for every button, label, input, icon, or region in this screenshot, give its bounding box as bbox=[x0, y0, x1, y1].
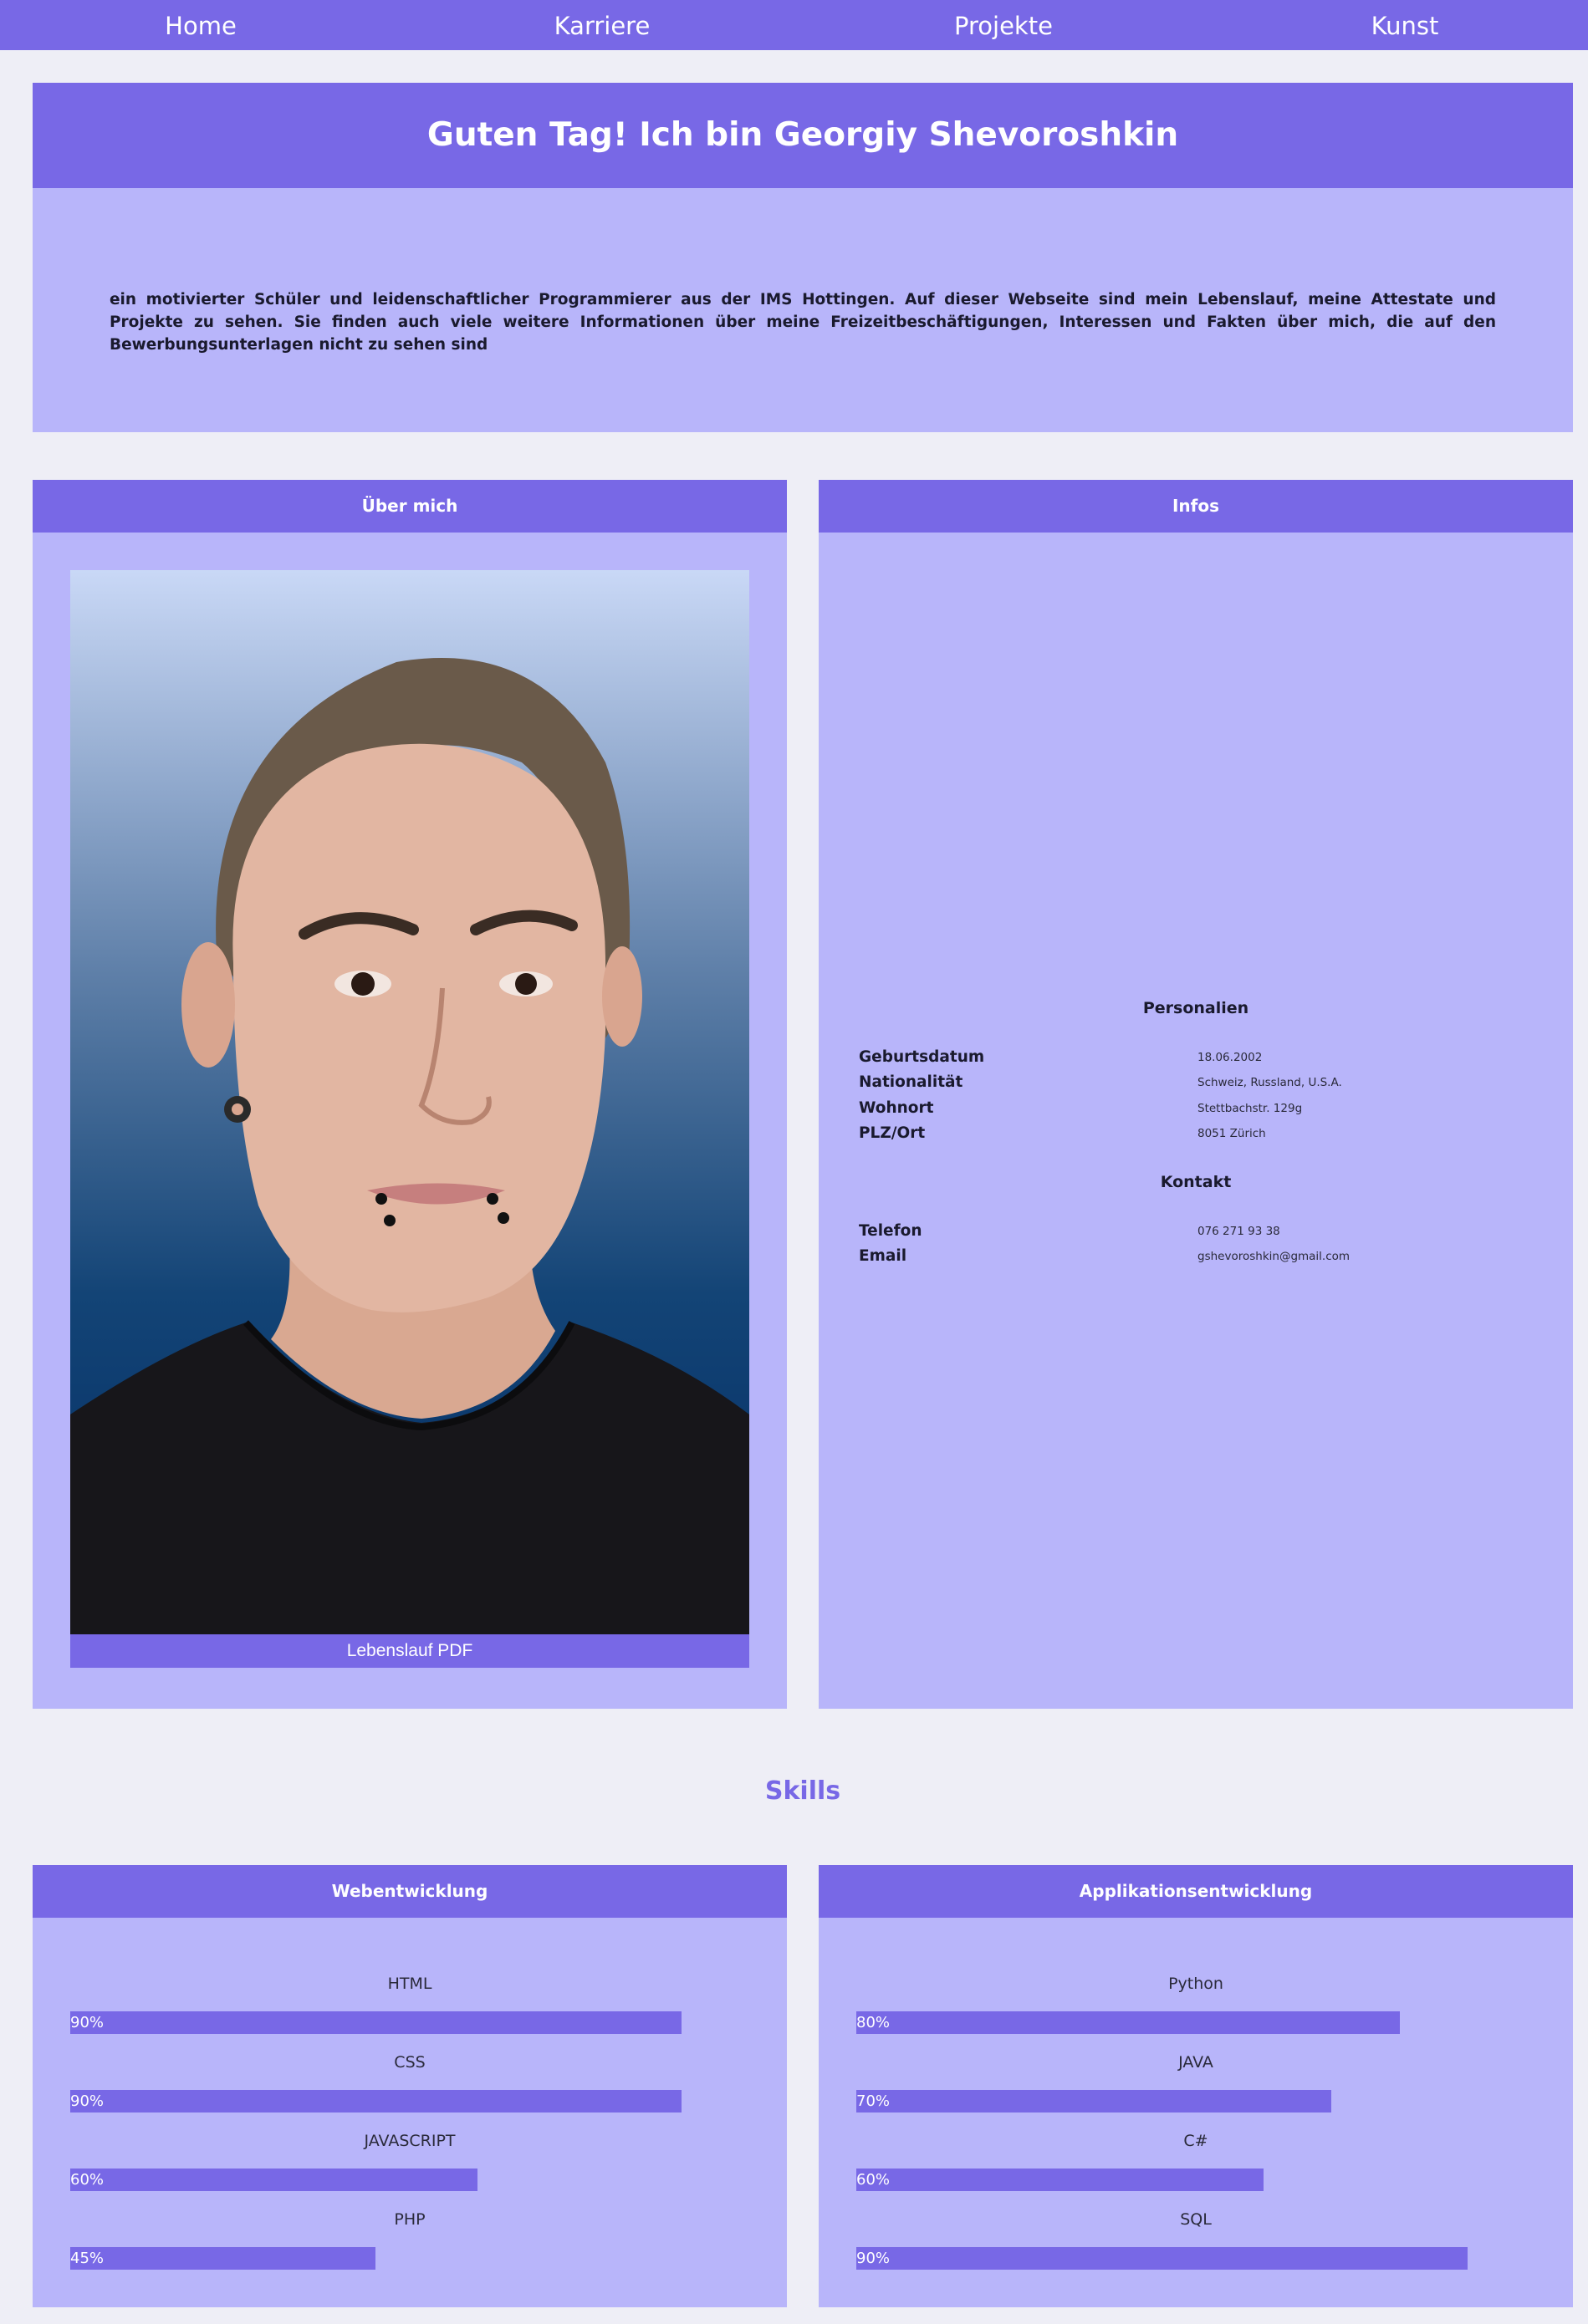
hero-title: Guten Tag! Ich bin Georgiy Shevoroshkin bbox=[33, 83, 1573, 188]
nav-home-link[interactable]: Home bbox=[75, 0, 326, 50]
skill-bar: 60% bbox=[70, 2169, 749, 2191]
hero-intro-text: ein motivierter Schüler und leidenschaft… bbox=[110, 291, 1496, 354]
infos-card-title: Infos bbox=[819, 480, 1573, 533]
app-skills-body: Python 80% JAVA 70% C# 60% SQL 90% bbox=[819, 1918, 1573, 2307]
skill-bar-fill bbox=[856, 2247, 1468, 2270]
about-card-body: Lebenslauf PDF bbox=[33, 533, 787, 1709]
skill-percent: 45% bbox=[70, 2250, 105, 2267]
zip-city-label: PLZ/Ort bbox=[859, 1124, 926, 1142]
phone-label: Telefon bbox=[859, 1222, 922, 1240]
portrait-illustration bbox=[70, 658, 749, 1634]
infos-card-body: Personalien Geburtsdatum 18.06.2002 Nati… bbox=[819, 533, 1573, 1709]
skill-bar: 80% bbox=[856, 2011, 1535, 2034]
app-skills-title: Applikationsentwicklung bbox=[819, 1865, 1573, 1918]
skill-bar-fill bbox=[70, 2169, 478, 2191]
nav-kunst-link[interactable]: Kunst bbox=[1279, 0, 1530, 50]
skill-bar: 45% bbox=[70, 2247, 749, 2270]
skill-bar-fill bbox=[856, 2169, 1264, 2191]
skill-percent: 90% bbox=[70, 2014, 105, 2031]
top-navigation: Home Karriere Projekte Kunst bbox=[0, 0, 1588, 50]
phone-value: 076 271 93 38 bbox=[1197, 1225, 1280, 1238]
web-skills-body: HTML 90% CSS 90% JAVASCRIPT 60% PHP 45% bbox=[33, 1918, 787, 2307]
skill-name: JAVA bbox=[1178, 2053, 1213, 2072]
skill-bar-fill bbox=[70, 2011, 682, 2034]
skill-percent: 80% bbox=[856, 2014, 891, 2031]
skill-name: PHP bbox=[394, 2210, 426, 2229]
birthdate-label: Geburtsdatum bbox=[859, 1048, 985, 1066]
skill-name: C# bbox=[1183, 2132, 1208, 2150]
skill-name: SQL bbox=[1180, 2210, 1212, 2229]
skill-bar-fill bbox=[70, 2247, 376, 2270]
zip-city-value: 8051 Zürich bbox=[1197, 1127, 1266, 1140]
hero-panel: ein motivierter Schüler und leidenschaft… bbox=[33, 188, 1573, 432]
nav-projekte-link[interactable]: Projekte bbox=[878, 0, 1129, 50]
cv-pdf-button[interactable]: Lebenslauf PDF bbox=[70, 1634, 749, 1668]
skill-percent: 60% bbox=[856, 2171, 891, 2189]
skill-bar: 90% bbox=[856, 2247, 1535, 2270]
email-value[interactable]: gshevoroshkin@gmail.com bbox=[1197, 1250, 1350, 1263]
nationality-label: Nationalität bbox=[859, 1073, 963, 1091]
residence-label: Wohnort bbox=[859, 1099, 934, 1117]
skill-bar-fill bbox=[70, 2090, 682, 2112]
residence-value: Stettbachstr. 129g bbox=[1197, 1102, 1303, 1115]
skill-percent: 90% bbox=[856, 2250, 891, 2267]
profile-photo bbox=[70, 570, 749, 1634]
about-card-title: Über mich bbox=[33, 480, 787, 533]
skill-name: CSS bbox=[394, 2053, 426, 2072]
skill-bar-fill bbox=[856, 2011, 1400, 2034]
skill-name: Python bbox=[1168, 1975, 1223, 1993]
skill-bar: 90% bbox=[70, 2011, 749, 2034]
skill-percent: 60% bbox=[70, 2171, 105, 2189]
email-label: Email bbox=[859, 1247, 907, 1265]
personal-section-title: Personalien bbox=[1142, 999, 1249, 1017]
skill-percent: 90% bbox=[70, 2092, 105, 2110]
nationality-value: Schweiz, Russland, U.S.A. bbox=[1197, 1076, 1342, 1089]
contact-section-title: Kontakt bbox=[1160, 1173, 1232, 1191]
birthdate-value: 18.06.2002 bbox=[1197, 1051, 1263, 1064]
skills-heading: Skills bbox=[764, 1776, 841, 1806]
nav-karriere-link[interactable]: Karriere bbox=[477, 0, 728, 50]
skill-bar: 90% bbox=[70, 2090, 749, 2112]
skill-bar: 70% bbox=[856, 2090, 1535, 2112]
skill-percent: 70% bbox=[856, 2092, 891, 2110]
web-skills-title: Webentwicklung bbox=[33, 1865, 787, 1918]
skill-bar-fill bbox=[856, 2090, 1332, 2112]
skill-name: HTML bbox=[387, 1975, 432, 1993]
skill-bar: 60% bbox=[856, 2169, 1535, 2191]
skill-name: JAVASCRIPT bbox=[364, 2132, 456, 2150]
